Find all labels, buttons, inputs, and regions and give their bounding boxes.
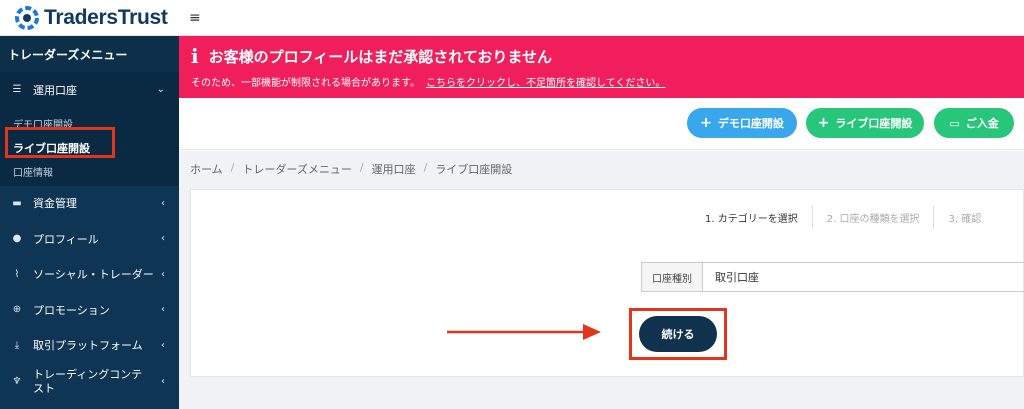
- top-bar: ≡: [179, 0, 1024, 36]
- sidebar-item-label: トレーディングコンテスト: [33, 367, 143, 395]
- chevron-left-icon: ‹: [161, 233, 165, 245]
- user-icon: ●: [12, 233, 22, 245]
- chart-icon: ⌇: [14, 268, 20, 280]
- plus-icon: +: [700, 115, 712, 131]
- step-confirm: 3. 確認: [948, 214, 982, 225]
- account-type-field: 口座種別 取引口座: [641, 262, 1024, 292]
- sidebar-item-platform[interactable]: ⤓ 取引プラットフォーム ‹: [0, 328, 179, 364]
- step-select-account-type: 2. 口座の種類を選択: [813, 206, 935, 229]
- open-live-account-button[interactable]: + ライブ口座開設: [806, 108, 924, 138]
- continue-button[interactable]: 続ける: [639, 316, 717, 352]
- breadcrumb: ホーム / トレーダーズメニュー / 運用口座 / ライブ口座開設: [190, 161, 512, 177]
- account-type-select[interactable]: 取引口座: [703, 263, 1024, 291]
- brand-logo[interactable]: TradersTrust: [0, 0, 179, 36]
- live-account-highlight: [5, 127, 115, 158]
- sidebar-item-label: 運用口座: [33, 83, 77, 97]
- breadcrumb-separator: /: [359, 161, 364, 174]
- sidebar-item-profile[interactable]: ● プロフィール ‹: [0, 221, 179, 257]
- alert-link[interactable]: こちらをクリックし、不足箇所を確認してください。: [426, 78, 665, 89]
- chevron-left-icon: ‹: [161, 339, 165, 351]
- card-icon: ▭: [949, 116, 960, 130]
- main-content: ホーム / トレーダーズメニュー / 運用口座 / ライブ口座開設 1. カテゴ…: [179, 151, 1024, 409]
- button-label: ご入金: [965, 117, 999, 130]
- breadcrumb-separator: /: [230, 161, 235, 174]
- breadcrumb-current: ライブ口座開設: [435, 163, 513, 176]
- plus-icon: +: [817, 115, 830, 131]
- button-label: デモ口座開設: [717, 117, 784, 130]
- deposit-button[interactable]: ▭ ご入金: [934, 108, 1014, 138]
- breadcrumb-separator: /: [423, 161, 428, 174]
- account-open-card: 1. カテゴリーを選択 2. 口座の種類を選択 3. 確認 口座種別 取引口座 …: [190, 189, 1024, 377]
- chevron-down-icon: ⌄: [156, 84, 165, 96]
- sidebar: TradersTrust トレーダーズメニュー ☰ 運用口座 ⌄ デモ口座開設 …: [0, 0, 179, 409]
- logo-mark-icon: [15, 5, 39, 30]
- sidebar-item-contest[interactable]: ♆ トレーディングコンテスト ‹: [0, 363, 179, 399]
- chevron-left-icon: ‹: [161, 375, 165, 387]
- action-bar: + デモ口座開設 + ライブ口座開設 ▭ ご入金: [179, 98, 1024, 150]
- breadcrumb-home[interactable]: ホーム: [190, 161, 223, 177]
- brand-name: TradersTrust: [44, 5, 168, 29]
- sidebar-item-accounts[interactable]: ☰ 運用口座 ⌄: [0, 72, 179, 108]
- button-label: ライブ口座開設: [835, 117, 913, 130]
- account-type-label: 口座種別: [642, 263, 703, 291]
- chevron-left-icon: ‹: [161, 197, 165, 209]
- step-select-category: 1. カテゴリーを選択: [691, 206, 813, 229]
- pointer-arrow-icon: [447, 324, 601, 340]
- continue-highlight: 続ける: [629, 308, 727, 360]
- list-icon: ☰: [12, 84, 22, 96]
- sidebar-item-social-trader[interactable]: ⌇ ソーシャル・トレーダー ‹: [0, 257, 179, 293]
- globe-icon: ⊕: [12, 304, 22, 316]
- breadcrumb-accounts[interactable]: 運用口座: [372, 161, 416, 177]
- menu-toggle-icon[interactable]: ≡: [189, 10, 201, 26]
- sidebar-item-label: ソーシャル・トレーダー: [33, 268, 154, 282]
- sub-item-account-info[interactable]: 口座情報: [0, 160, 179, 184]
- wallet-icon: ▬: [12, 197, 22, 209]
- trophy-icon: ♆: [12, 375, 22, 387]
- alert-title: i お客様のプロフィールはまだ承認されておりません: [191, 44, 1024, 68]
- sidebar-item-label: プロモーション: [33, 303, 110, 317]
- wizard-steps: 1. カテゴリーを選択 2. 口座の種類を選択 3. 確認: [691, 206, 995, 229]
- download-icon: ⤓: [14, 339, 20, 351]
- alert-title-text: お客様のプロフィールはまだ承認されておりません: [208, 47, 552, 66]
- profile-alert-banner: i お客様のプロフィールはまだ承認されておりません そのため、一部機能が制限され…: [179, 36, 1024, 98]
- sidebar-item-label: プロフィール: [33, 232, 99, 246]
- open-demo-account-button[interactable]: + デモ口座開設: [687, 108, 797, 138]
- sidebar-item-label: 取引プラットフォーム: [33, 339, 143, 353]
- chevron-left-icon: ‹: [161, 304, 165, 316]
- sidebar-menu-title: トレーダーズメニュー: [0, 36, 179, 72]
- alert-message: そのため、一部機能が制限される場合があります。 こちらをクリックし、不足箇所を確認…: [191, 74, 1024, 89]
- chevron-left-icon: ‹: [161, 268, 165, 280]
- sidebar-item-funds[interactable]: ▬ 資金管理 ‹: [0, 186, 179, 222]
- breadcrumb-traders-menu[interactable]: トレーダーズメニュー: [242, 161, 351, 177]
- alert-message-text: そのため、一部機能が制限される場合があります。: [191, 78, 420, 89]
- info-icon: i: [191, 44, 199, 68]
- sidebar-item-promotion[interactable]: ⊕ プロモーション ‹: [0, 292, 179, 328]
- sidebar-item-label: 資金管理: [33, 197, 77, 211]
